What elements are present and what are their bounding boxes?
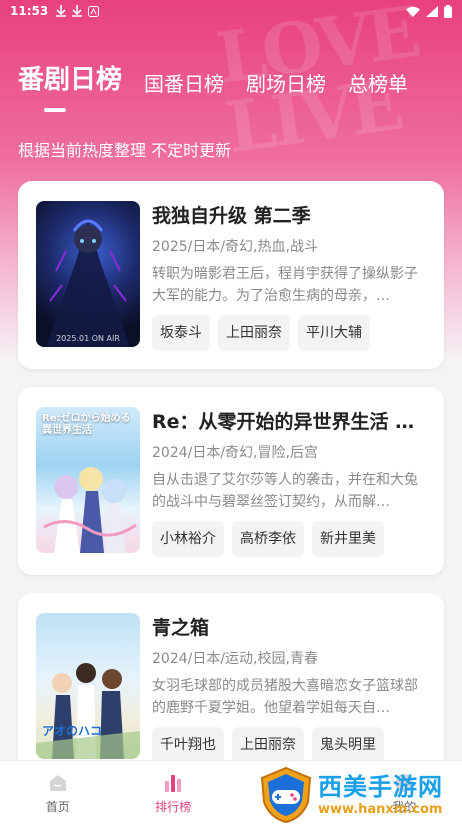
anime-meta: 2025/日本/奇幻,热血,战斗	[152, 239, 318, 255]
cast-tags: 坂泰斗 上田丽奈 平川大辅	[152, 315, 370, 351]
cast-tag[interactable]: 高桥李依	[232, 521, 304, 557]
poster-logo: Re:ゼロから始める異世界生活	[42, 413, 131, 436]
cast-tags: 千叶翔也 上田丽奈 鬼头明里	[152, 727, 384, 763]
active-tab-indicator	[44, 108, 66, 112]
app-icon	[88, 5, 100, 17]
download-icon	[56, 5, 67, 17]
anime-card[interactable]: 2025.01 ON AIR 我独自升级 第二季 2025/日本/奇幻,热血,战…	[18, 181, 444, 369]
wifi-icon	[406, 6, 420, 17]
status-bar: 11:53	[0, 0, 462, 22]
download-icon	[72, 5, 83, 17]
anime-description: 自从击退了艾尔莎等人的袭击，并在和大兔的战斗中与碧翠丝签订契约，从而解…	[152, 472, 418, 510]
home-icon	[49, 774, 66, 791]
anime-poster[interactable]: 2025.01 ON AIR	[36, 201, 140, 347]
nav-label: 首页	[45, 799, 70, 814]
anime-description: 女羽毛球部的成员猪股大喜暗恋女子篮球部的鹿野千夏学姐。他望着学姐每天自…	[152, 678, 418, 716]
watermark: 西美手游网 www.hanxm.com	[258, 764, 462, 825]
tab-theater-daily[interactable]: 剧场日榜	[246, 70, 326, 98]
anime-description: 转职为暗影君王后，程肖宇获得了操纵影子大军的能力。为了治愈生病的母亲，…	[152, 266, 418, 304]
cast-tag[interactable]: 平川大辅	[298, 315, 370, 351]
nav-label: 排行榜	[155, 799, 192, 814]
cast-tag[interactable]: 小林裕介	[152, 521, 224, 557]
nav-ranking[interactable]: 排行榜	[116, 761, 232, 825]
poster-logo: アオのハコ	[42, 724, 103, 738]
cast-tag[interactable]: 上田丽奈	[218, 315, 290, 351]
watermark-url: www.hanxm.com	[318, 801, 443, 817]
anime-poster[interactable]: アオのハコ	[36, 613, 140, 759]
anime-meta: 2024/日本/运动,校园,青春	[152, 651, 318, 667]
ranking-subtitle: 根据当前热度整理 不定时更新	[18, 141, 232, 160]
cast-tag[interactable]: 新井里美	[312, 521, 384, 557]
cast-tag[interactable]: 坂泰斗	[152, 315, 210, 351]
anime-card[interactable]: Re:ゼロから始める異世界生活 Re：从零开始的异世界生活 … 2024/日本/…	[18, 387, 444, 575]
anime-title[interactable]: 青之箱	[152, 615, 424, 641]
anime-meta: 2024/日本/奇幻,冒险,后宫	[152, 445, 318, 461]
anime-title[interactable]: 我独自升级 第二季	[152, 203, 424, 229]
anime-title[interactable]: Re：从零开始的异世界生活 …	[152, 409, 424, 435]
cast-tags: 小林裕介 高桥李依 新井里美	[152, 521, 384, 557]
watermark-title: 西美手游网	[318, 772, 443, 801]
poster-art	[46, 219, 130, 347]
battery-icon	[444, 4, 452, 18]
status-time: 11:53	[10, 4, 49, 18]
tab-domestic-daily[interactable]: 国番日榜	[144, 70, 224, 98]
signal-icon	[426, 5, 438, 17]
nav-home[interactable]: 首页	[0, 761, 116, 825]
tab-anime-daily[interactable]: 番剧日榜	[18, 62, 122, 98]
poster-caption: 2025.01 ON AIR	[56, 334, 120, 343]
ranking-tabs: 番剧日榜 国番日榜 剧场日榜 总榜单	[18, 62, 408, 98]
ranking-icon	[165, 774, 182, 792]
tab-overall[interactable]: 总榜单	[348, 70, 408, 98]
cast-tag[interactable]: 上田丽奈	[232, 727, 304, 763]
cast-tag[interactable]: 千叶翔也	[152, 727, 224, 763]
gamepad-shield-logo	[260, 766, 312, 823]
anime-poster[interactable]: Re:ゼロから始める異世界生活	[36, 407, 140, 553]
cast-tag[interactable]: 鬼头明里	[312, 727, 384, 763]
